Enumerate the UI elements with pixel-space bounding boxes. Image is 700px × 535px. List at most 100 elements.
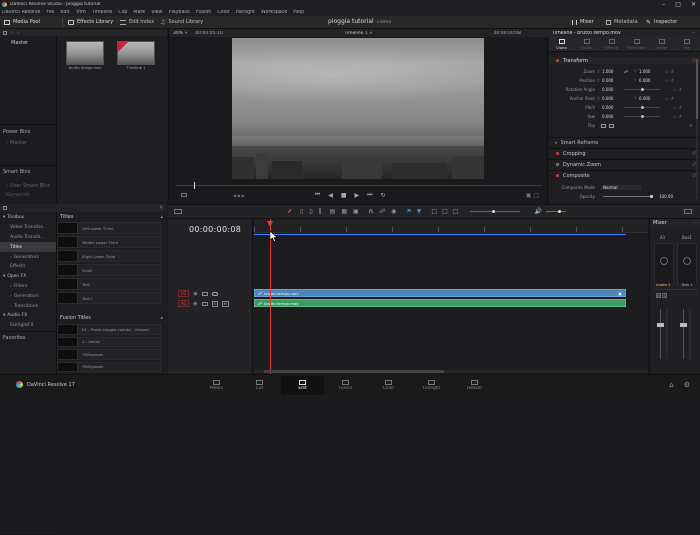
keyframe-icon[interactable]: ◇ [673,87,676,92]
page-tab-fairlight[interactable]: Fairlight [410,376,453,395]
menu-item[interactable]: Timeline [92,10,112,15]
menu-item[interactable]: File [46,10,54,15]
match-frame-icon[interactable]: ▣ □ [526,192,539,199]
position-x-field[interactable]: 0.000 [602,78,634,83]
track-destination-icon[interactable] [201,301,208,306]
viewer-nav-icon[interactable]: ◀ ◆ ▶ [233,193,245,198]
inspector-tab-transition[interactable]: Transition [624,37,649,52]
anchor-x-field[interactable]: 0.000 [602,96,634,101]
effect-item[interactable]: Middle Lower Third [57,236,161,248]
power-bins-item[interactable]: › Master [6,140,27,146]
flip-horizontal-icon[interactable] [601,123,606,128]
track-id[interactable]: V1 [178,290,190,297]
effects-tree-item[interactable]: ▾ Open FX [0,272,56,282]
fader[interactable] [680,309,687,359]
arrow-right-icon[interactable]: › [17,30,19,36]
viewer-scrub-bar[interactable] [176,182,542,189]
marker-icon[interactable]: ▼ [417,208,422,215]
zoom-level[interactable]: 30% [173,31,183,36]
effects-tree-item[interactable]: › Generators [0,291,56,301]
menu-item[interactable]: View [151,10,162,15]
anchor-y-field[interactable]: 0.000 [639,96,661,101]
media-clip[interactable]: brutto tempo.mov [66,41,104,71]
pitch-slider[interactable] [624,106,660,109]
zoom-custom-icon[interactable]: □ [453,208,459,215]
inspector-tab-effects[interactable]: Effects [599,37,624,52]
page-tab-color[interactable]: Color [367,376,410,395]
menu-item[interactable]: DaVinci Resolve [2,10,40,15]
dynamic-trim-icon[interactable]: ▯ [309,208,312,215]
audio-clip[interactable]: ☍ brutto tempo.mov [254,299,626,307]
cropping-section[interactable]: Cropping ↺ [549,150,700,157]
effect-item[interactable]: Text+ [57,292,161,304]
menu-item[interactable]: Workspace [261,10,287,15]
page-tab-deliver[interactable]: Deliver [453,376,496,395]
menu-item[interactable]: Edit [60,10,69,15]
effect-item[interactable]: 7Rilligroom [57,361,161,372]
trim-tool-icon[interactable]: ▯ [300,208,303,215]
reset-icon[interactable]: ↺ [678,87,681,92]
viewer-options-icon[interactable] [181,193,187,197]
panel-toggle-icon[interactable] [3,30,7,35]
keyframe-icon[interactable]: ◇ [665,78,668,83]
effect-item[interactable]: Left Lower Third [57,222,161,234]
edit-index-button[interactable]: Edit Index [120,19,154,25]
pan-knob-icon[interactable] [660,257,668,265]
composite-section[interactable]: Composite ↺ [549,172,700,179]
inspector-tab-file[interactable]: File [674,37,699,52]
opacity-slider[interactable] [603,194,653,198]
effect-item[interactable]: 7Rilligroom [57,349,161,360]
zoom-y-field[interactable]: 1.000 [639,69,661,74]
lock-icon[interactable]: ◉ [193,301,197,307]
pan-knob-icon[interactable] [683,257,691,265]
page-tab-edit[interactable]: Edit [281,375,324,395]
effects-tree-item[interactable]: › Transitions [0,301,56,311]
menu-item[interactable]: Clip [118,10,127,15]
lock-icon[interactable]: ◉ [391,208,396,215]
sound-library-button[interactable]: ♫ Sound Library [160,19,203,25]
menu-item[interactable]: Fairlight [236,10,255,15]
step-back-icon[interactable]: ◀ [328,192,333,199]
layout-icon[interactable] [174,209,182,214]
maximize-icon[interactable]: □ [675,1,681,8]
solo-icon[interactable]: S [211,300,218,307]
home-icon[interactable]: ⌂ [669,381,673,389]
effects-tree-item[interactable]: › Generators [0,252,56,262]
mute-icon[interactable]: M [221,300,229,307]
effects-tree-item[interactable]: › Filters [0,282,56,292]
effect-item[interactable]: 01 - Prova pioggia caduta - Vulsesh [57,324,161,335]
reset-icon[interactable]: ↺ [678,105,681,110]
menu-item[interactable]: Help [293,10,304,15]
timeline-zoom-slider[interactable] [470,210,521,213]
effects-tree-item[interactable]: FairlightFX [0,321,56,331]
fader[interactable] [657,309,664,359]
zoom-full-icon[interactable]: □ [431,208,437,215]
volume-slider[interactable] [545,210,566,213]
eye-icon[interactable] [211,291,218,296]
mute-button[interactable]: M [656,293,661,298]
keyframe-icon[interactable]: ◇ [665,69,668,74]
metadata-button[interactable]: Metadata [606,19,638,25]
inspector-tab-audio[interactable]: Audio [574,37,599,52]
opacity-field[interactable]: 100.00 [659,194,673,199]
play-icon[interactable]: ▶ [354,192,359,199]
playhead[interactable] [267,219,273,374]
more-options-icon[interactable]: ⋯ [691,30,696,36]
media-pool-button[interactable]: Media Pool [4,19,40,25]
composite-mode-select[interactable]: Normal [601,184,641,190]
effect-item[interactable]: Text [57,278,161,290]
minimize-icon[interactable]: – [662,1,665,8]
reset-icon[interactable]: ↺ [678,114,681,119]
link-icon[interactable]: ☍ [624,69,634,74]
arrow-left-icon[interactable]: ‹ [11,30,13,36]
effects-tree-item[interactable]: Video Transitio... [0,223,56,233]
media-clip[interactable]: Timeline 1 [117,41,155,71]
effects-tree-item[interactable]: Titles [0,242,56,253]
panel-toggle-icon[interactable] [3,206,7,210]
video-clip[interactable]: ☍ brutto tempo.mov ▣ [254,289,626,297]
effect-item[interactable]: Scroll [57,264,161,276]
keyframe-icon[interactable]: ◇ [673,114,676,119]
fullscreen-icon[interactable] [684,209,692,214]
menu-item[interactable]: Playback [169,10,190,15]
timeline-scrollbar[interactable] [254,370,648,373]
